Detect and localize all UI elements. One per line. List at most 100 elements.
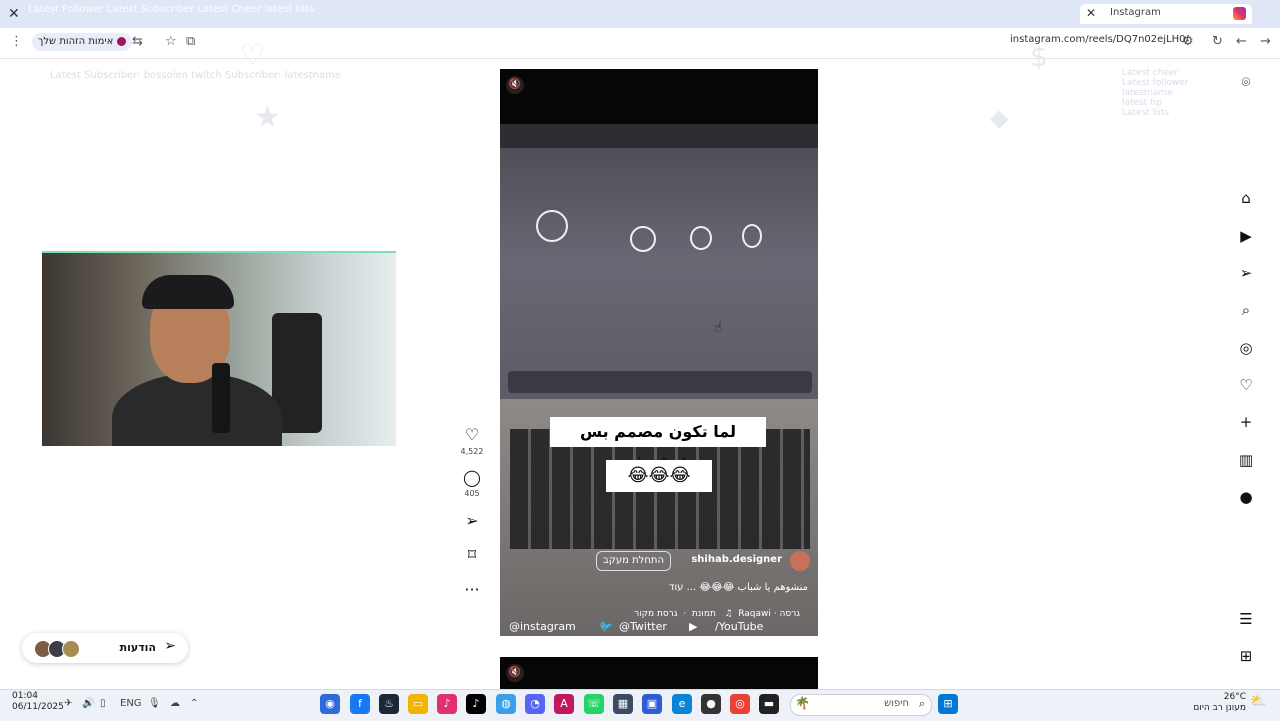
twitter-icon: 🐦	[599, 620, 613, 633]
taskbar-clock[interactable]: 01:04 06/11/2025	[12, 691, 64, 713]
reel-caption-emoji: 😂😂😂	[606, 460, 712, 492]
mute-icon[interactable]: 🔇	[506, 76, 524, 94]
network-icon[interactable]: ▯	[100, 698, 106, 709]
clock-date: 06/11/2025	[12, 702, 64, 712]
messages-button[interactable]: הודעות ➢	[22, 633, 188, 663]
file-explorer-icon[interactable]: ▭	[408, 694, 428, 714]
taskbar-search[interactable]: 🌴 חיפוש ⌕	[790, 694, 932, 716]
location-icon[interactable]: ✈	[64, 698, 72, 709]
steam-icon[interactable]: ♨	[379, 694, 399, 714]
save-icon[interactable]: ⌑	[462, 545, 482, 564]
stick-figure-head	[630, 226, 656, 252]
whatsapp-icon[interactable]: ☏	[584, 694, 604, 714]
chevron-up-icon[interactable]: ⌃	[190, 698, 198, 709]
forward-icon[interactable]: →	[1260, 34, 1271, 49]
reel-caption-text: لما تكون مصمم بس فرفوش	[550, 417, 766, 471]
search-icon[interactable]: ⌕	[1236, 300, 1256, 320]
search-thumbnail-icon: 🌴	[795, 696, 810, 710]
youtube-handle: /YouTube	[715, 620, 764, 633]
like-count: 4,522	[460, 447, 484, 456]
discord-icon[interactable]: ◔	[525, 694, 545, 714]
app-icon-generic[interactable]: ◉	[320, 694, 340, 714]
cloud-icon[interactable]: ☁	[170, 698, 180, 709]
facebook-icon[interactable]: f	[350, 694, 370, 714]
language-indicator[interactable]: ENG	[120, 698, 142, 709]
mic-icon[interactable]: 🎙	[148, 698, 161, 709]
share-icon[interactable]: ➢	[462, 511, 482, 530]
terminal-icon[interactable]: ▬	[759, 694, 779, 714]
mute-icon[interactable]: 🔇	[506, 664, 524, 682]
app-icon-blue[interactable]: ◍	[496, 694, 516, 714]
follow-button[interactable]: התחלת מעקב	[596, 551, 672, 571]
overlay-line: latestname	[1122, 88, 1173, 98]
tiktok-studio-icon[interactable]: ♪	[437, 694, 457, 714]
person-body	[112, 373, 282, 446]
edge-icon[interactable]: e	[672, 694, 692, 714]
weather-cloud-icon: ⛅	[1250, 694, 1267, 709]
install-app-icon[interactable]: ⧉	[186, 34, 195, 49]
overlay-line: Latest cheer	[1122, 68, 1179, 78]
apps-grid-icon[interactable]: ⊞	[1236, 646, 1256, 666]
overlay-line: latest tip	[1122, 98, 1162, 108]
app-menubar	[500, 124, 818, 148]
webcam-feed	[42, 251, 396, 446]
search-icon: ⌕	[918, 697, 925, 710]
instagram-favicon-icon	[1233, 7, 1246, 20]
menu-dots-icon[interactable]: ⋮	[10, 34, 23, 49]
window-title: Latest Follower Latest Subscriber Latest…	[28, 4, 314, 15]
translate-icon[interactable]: ⇆	[132, 34, 143, 49]
tiktok-icon[interactable]: ♪	[466, 694, 486, 714]
instagram-logo-icon[interactable]: ⌾	[1236, 72, 1256, 92]
windows-start-icon[interactable]: ⊞	[938, 694, 958, 714]
comment-icon[interactable]: ◯	[462, 468, 482, 487]
app-icon-window[interactable]: ▣	[642, 694, 662, 714]
star-decoration-icon: ★	[254, 100, 281, 135]
volume-icon[interactable]: 🔊	[82, 698, 94, 709]
chrome-icon[interactable]: ◎	[730, 694, 750, 714]
verify-identity-chip[interactable]: אימות הזהות שלך	[32, 33, 133, 51]
tab-instagram[interactable]: ✕ Instagram	[1080, 4, 1252, 24]
back-icon[interactable]: ←	[1236, 34, 1247, 49]
dollar-decoration-icon: $	[1030, 40, 1048, 73]
home-icon[interactable]: ⌂	[1236, 188, 1256, 208]
close-tab-icon[interactable]: ✕	[1086, 6, 1096, 20]
obs-icon[interactable]: ●	[701, 694, 721, 714]
direct-icon[interactable]: ➢	[1236, 263, 1256, 283]
author-avatar[interactable]	[790, 551, 810, 571]
explore-icon[interactable]: ◎	[1236, 338, 1256, 358]
more-options-icon[interactable]: ···	[462, 580, 482, 599]
youtube-icon: ▶	[689, 620, 698, 633]
search-label: חיפוש	[884, 698, 909, 709]
reel-author-row: התחלת מעקב shihab.designer	[596, 551, 810, 571]
hamburger-menu-icon[interactable]: ☰	[1236, 609, 1256, 629]
stick-figure-head	[690, 226, 712, 250]
profile-avatar-icon[interactable]: ●	[1236, 487, 1256, 507]
messages-label: הודעות	[119, 641, 156, 654]
weather-widget[interactable]: 26°C מעונן רב היום	[1190, 692, 1246, 714]
overlay-line: Latest follower	[1122, 78, 1189, 88]
next-reel-video[interactable]	[500, 657, 818, 689]
create-icon[interactable]: +	[1236, 412, 1256, 432]
calculator-icon[interactable]: ▦	[613, 694, 633, 714]
reel-description[interactable]: منشوهم يا شباب 😂😂😂 ... עוד	[600, 582, 808, 593]
reels-icon[interactable]: ▶	[1236, 226, 1256, 246]
overlay-line: Latest bits	[1122, 108, 1170, 118]
send-icon: ➢	[164, 638, 176, 654]
diamond-decoration-icon: ◆	[990, 104, 1009, 132]
weather-temp: 26°C	[1223, 692, 1246, 702]
verify-identity-label: אימות הזהות שלך	[38, 36, 114, 47]
avatar	[62, 640, 80, 658]
author-name[interactable]: shihab.designer	[691, 554, 782, 565]
dashboard-icon[interactable]: ▥	[1236, 450, 1256, 470]
mac-dock	[508, 371, 812, 393]
twitter-handle: @Twitter	[619, 620, 667, 633]
close-window-icon[interactable]: ✕	[8, 6, 20, 22]
star-icon[interactable]: ☆	[165, 34, 177, 49]
adobe-icon[interactable]: A	[554, 694, 574, 714]
notifications-icon[interactable]: ♡	[1236, 375, 1256, 395]
comment-count: 405	[464, 489, 480, 498]
weather-desc: מעונן רב היום	[1193, 703, 1246, 713]
browser-tab-bar: ✕ Latest Follower Latest Subscriber Late…	[0, 0, 1280, 28]
like-icon[interactable]: ♡	[462, 425, 482, 444]
tab-label: Instagram	[1110, 7, 1161, 18]
